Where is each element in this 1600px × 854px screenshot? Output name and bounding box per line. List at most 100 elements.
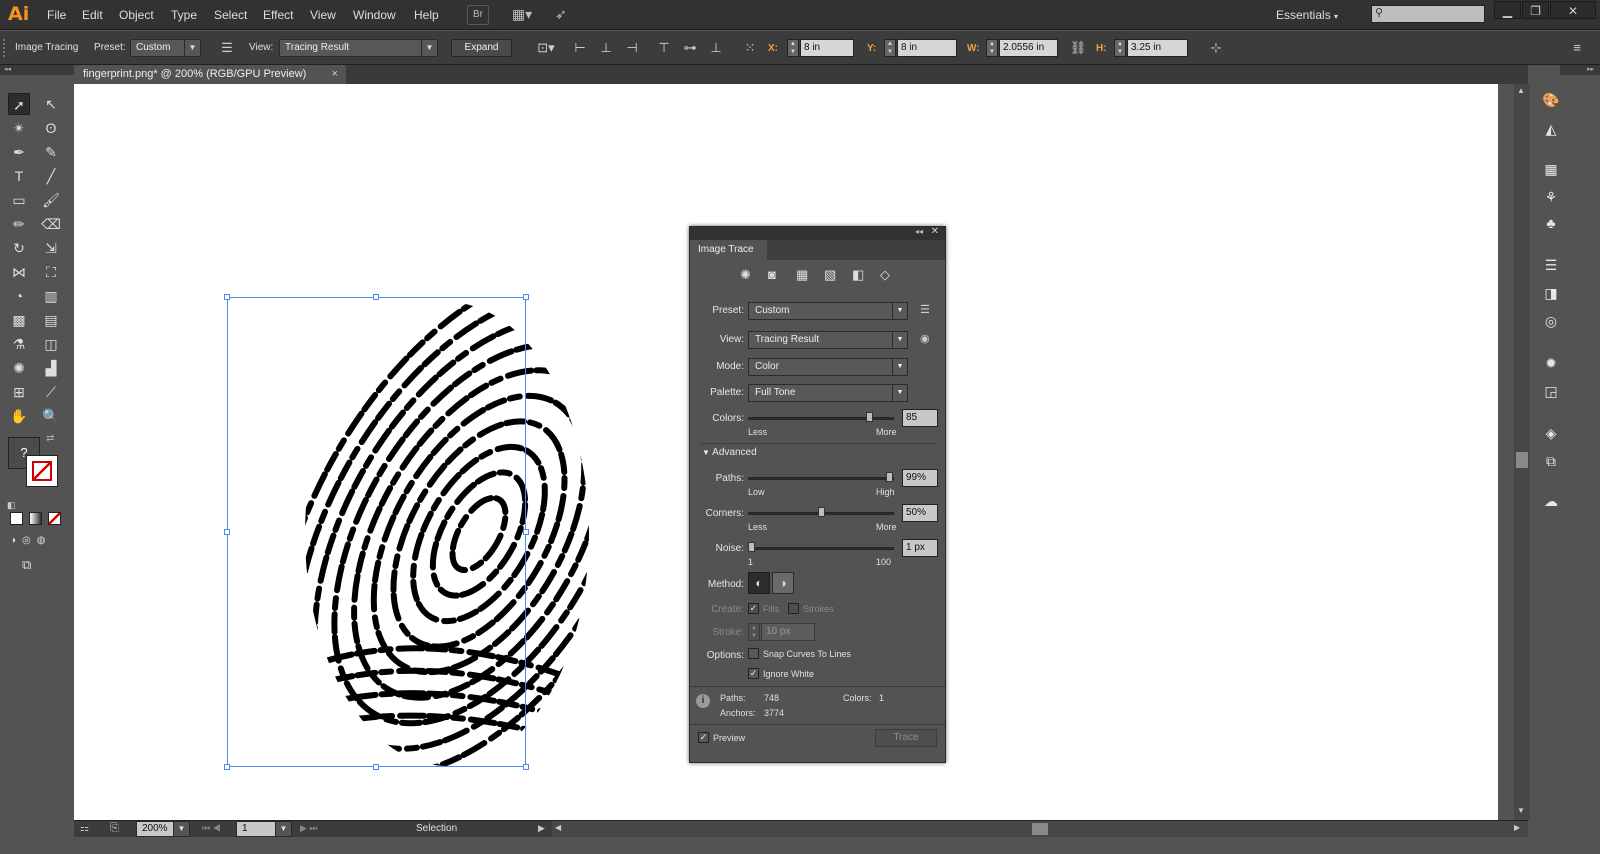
menu-edit[interactable]: Edit bbox=[82, 8, 103, 22]
panel-menu-icon[interactable]: ≡ bbox=[1568, 39, 1586, 57]
expand-button[interactable]: Expand bbox=[451, 39, 512, 57]
menu-type[interactable]: Type bbox=[171, 8, 197, 22]
scale-tool-icon[interactable]: ⇲ bbox=[40, 237, 62, 259]
selection-bounding-box[interactable] bbox=[227, 297, 526, 767]
toolbox-collapse-icon[interactable]: ◂◂ bbox=[0, 65, 74, 75]
transparency-panel-icon[interactable]: ◎ bbox=[1540, 310, 1562, 332]
reference-point-icon[interactable]: ⁙ bbox=[740, 39, 760, 57]
color-panel-icon[interactable]: 🎨 bbox=[1540, 89, 1562, 111]
document-tab[interactable]: fingerprint.png* @ 200% (RGB/GPU Preview… bbox=[74, 65, 346, 84]
auto-color-icon[interactable]: ✺ bbox=[740, 267, 751, 283]
menu-window[interactable]: Window bbox=[353, 8, 396, 22]
symbols-panel-icon[interactable]: ♣ bbox=[1540, 212, 1562, 234]
scroll-thumb[interactable] bbox=[1516, 452, 1528, 468]
align-top-icon[interactable]: ⊤ bbox=[656, 39, 672, 57]
graphic-styles-icon[interactable]: ◲ bbox=[1540, 380, 1562, 402]
artboards-panel-icon[interactable]: ⧉ bbox=[1540, 450, 1562, 472]
trace-panel-icon[interactable]: ☰ bbox=[218, 39, 236, 57]
constrain-proportions-icon[interactable]: ⛓ bbox=[1069, 39, 1087, 57]
align-left-icon[interactable]: ⊢ bbox=[572, 39, 588, 57]
collapse-panel-icon[interactable]: ◂◂ bbox=[915, 227, 923, 236]
default-colors-icon[interactable]: ◧ bbox=[7, 500, 16, 511]
line-tool-icon[interactable]: ╱ bbox=[40, 165, 62, 187]
gradient-tool-icon[interactable]: ▤ bbox=[40, 309, 62, 331]
search-input[interactable]: ⚲ bbox=[1371, 5, 1485, 23]
resize-handle-bottom-right[interactable] bbox=[523, 764, 529, 770]
paths-slider-thumb[interactable] bbox=[885, 472, 893, 482]
low-color-icon[interactable]: ▦ bbox=[796, 267, 808, 283]
colors-slider-thumb[interactable] bbox=[866, 412, 874, 422]
eraser-tool-icon[interactable]: ⌫ bbox=[40, 213, 62, 235]
advanced-toggle[interactable]: ▼ Advanced bbox=[702, 447, 757, 458]
snap-curves-checkbox[interactable] bbox=[748, 648, 759, 659]
minimize-button[interactable]: ▁ bbox=[1494, 1, 1521, 19]
panel-view-dropdown[interactable]: Tracing Result ▼ bbox=[748, 331, 908, 349]
close-window-button[interactable]: ✕ bbox=[1550, 1, 1596, 19]
align-right-icon[interactable]: ⊣ bbox=[624, 39, 640, 57]
menu-select[interactable]: Select bbox=[214, 8, 247, 22]
resize-handle-right[interactable] bbox=[523, 529, 529, 535]
menu-file[interactable]: File bbox=[47, 8, 66, 22]
horizontal-scrollbar[interactable]: ◀ ▶ bbox=[552, 821, 1528, 837]
x-stepper[interactable]: ▲ ▼ bbox=[787, 39, 799, 57]
eyedropper-tool-icon[interactable]: ⚗ bbox=[8, 333, 30, 355]
paths-slider[interactable] bbox=[748, 477, 894, 480]
none-mode-icon[interactable] bbox=[48, 512, 61, 525]
magic-wand-tool-icon[interactable]: ✴ bbox=[8, 117, 30, 139]
corners-field[interactable]: 50% bbox=[902, 504, 938, 522]
y-field[interactable]: 8 in bbox=[897, 39, 957, 57]
w-field[interactable]: 2.0556 in bbox=[999, 39, 1058, 57]
layers-panel-icon[interactable]: ◈ bbox=[1540, 422, 1562, 444]
direct-selection-tool-icon[interactable]: ↖ bbox=[40, 93, 62, 115]
resize-handle-top-right[interactable] bbox=[523, 294, 529, 300]
free-transform-tool-icon[interactable]: ⛶ bbox=[40, 261, 62, 283]
h-field[interactable]: 3.25 in bbox=[1127, 39, 1188, 57]
export-icon[interactable]: ⎘ bbox=[110, 822, 119, 835]
slice-tool-icon[interactable]: ⟋ bbox=[40, 381, 62, 403]
selection-tool-icon[interactable]: ➚ bbox=[8, 93, 30, 115]
status-menu-icon[interactable]: ▶ bbox=[538, 823, 545, 834]
color-guide-icon[interactable]: ◭ bbox=[1540, 118, 1562, 140]
shape-builder-tool-icon[interactable]: ◔ bbox=[8, 285, 30, 307]
screen-mode-icon[interactable]: ⧉ bbox=[22, 557, 46, 573]
stroke-field[interactable]: 10 px bbox=[761, 623, 815, 641]
appearance-panel-icon[interactable]: ✹ bbox=[1540, 352, 1562, 374]
align-bottom-icon[interactable]: ⊥ bbox=[708, 39, 724, 57]
swap-fill-stroke-icon[interactable]: ⇄ bbox=[46, 433, 54, 444]
w-stepper[interactable]: ▲ ▼ bbox=[986, 39, 998, 57]
artboard-dropdown[interactable]: 1 ▼ bbox=[236, 821, 292, 837]
resize-handle-top[interactable] bbox=[373, 294, 379, 300]
pencil-tool-icon[interactable]: ✏ bbox=[8, 213, 30, 235]
preview-checkbox[interactable]: ✓ bbox=[698, 732, 709, 743]
palette-dropdown[interactable]: Full Tone ▼ bbox=[748, 384, 908, 402]
bridge-icon[interactable]: Br bbox=[467, 5, 489, 25]
menu-view[interactable]: View bbox=[310, 8, 336, 22]
stroke-swatch[interactable] bbox=[26, 455, 58, 487]
paintbrush-tool-icon[interactable]: 🖌 bbox=[40, 189, 62, 211]
high-color-icon[interactable]: ◙ bbox=[768, 267, 776, 282]
x-field[interactable]: 8 in bbox=[800, 39, 854, 57]
gradient-panel-icon[interactable]: ◨ bbox=[1540, 282, 1562, 304]
mesh-tool-icon[interactable]: ▩ bbox=[8, 309, 30, 331]
width-tool-icon[interactable]: ⋈ bbox=[8, 261, 30, 283]
type-tool-icon[interactable]: T bbox=[8, 165, 30, 187]
sync-rocket-icon[interactable]: ➶ bbox=[551, 5, 571, 25]
artboard-tool-icon[interactable]: ⊞ bbox=[8, 381, 30, 403]
grip-handle[interactable] bbox=[3, 39, 7, 57]
drawing-modes-icon[interactable]: ◑◎◍ bbox=[10, 535, 64, 549]
arrange-documents-icon[interactable]: ▦▾ bbox=[508, 5, 536, 25]
zoom-dropdown[interactable]: 200% ▼ bbox=[136, 821, 190, 837]
menu-help[interactable]: Help bbox=[414, 8, 439, 22]
transform-icon[interactable]: ⊹ bbox=[1207, 39, 1225, 57]
close-tab-icon[interactable]: × bbox=[332, 65, 338, 84]
outline-icon[interactable]: ◇ bbox=[880, 267, 890, 283]
colors-field[interactable]: 85 bbox=[902, 409, 938, 427]
scroll-left-icon[interactable]: ◀ bbox=[555, 823, 561, 832]
resize-handle-bottom-left[interactable] bbox=[224, 764, 230, 770]
color-mode-icon[interactable] bbox=[10, 512, 23, 525]
paths-field[interactable]: 99% bbox=[902, 469, 938, 487]
scroll-down-icon[interactable]: ▼ bbox=[1517, 806, 1525, 815]
hscroll-thumb[interactable] bbox=[1032, 823, 1048, 835]
swatches-panel-icon[interactable]: ▦ bbox=[1540, 158, 1562, 180]
y-stepper[interactable]: ▲ ▼ bbox=[884, 39, 896, 57]
